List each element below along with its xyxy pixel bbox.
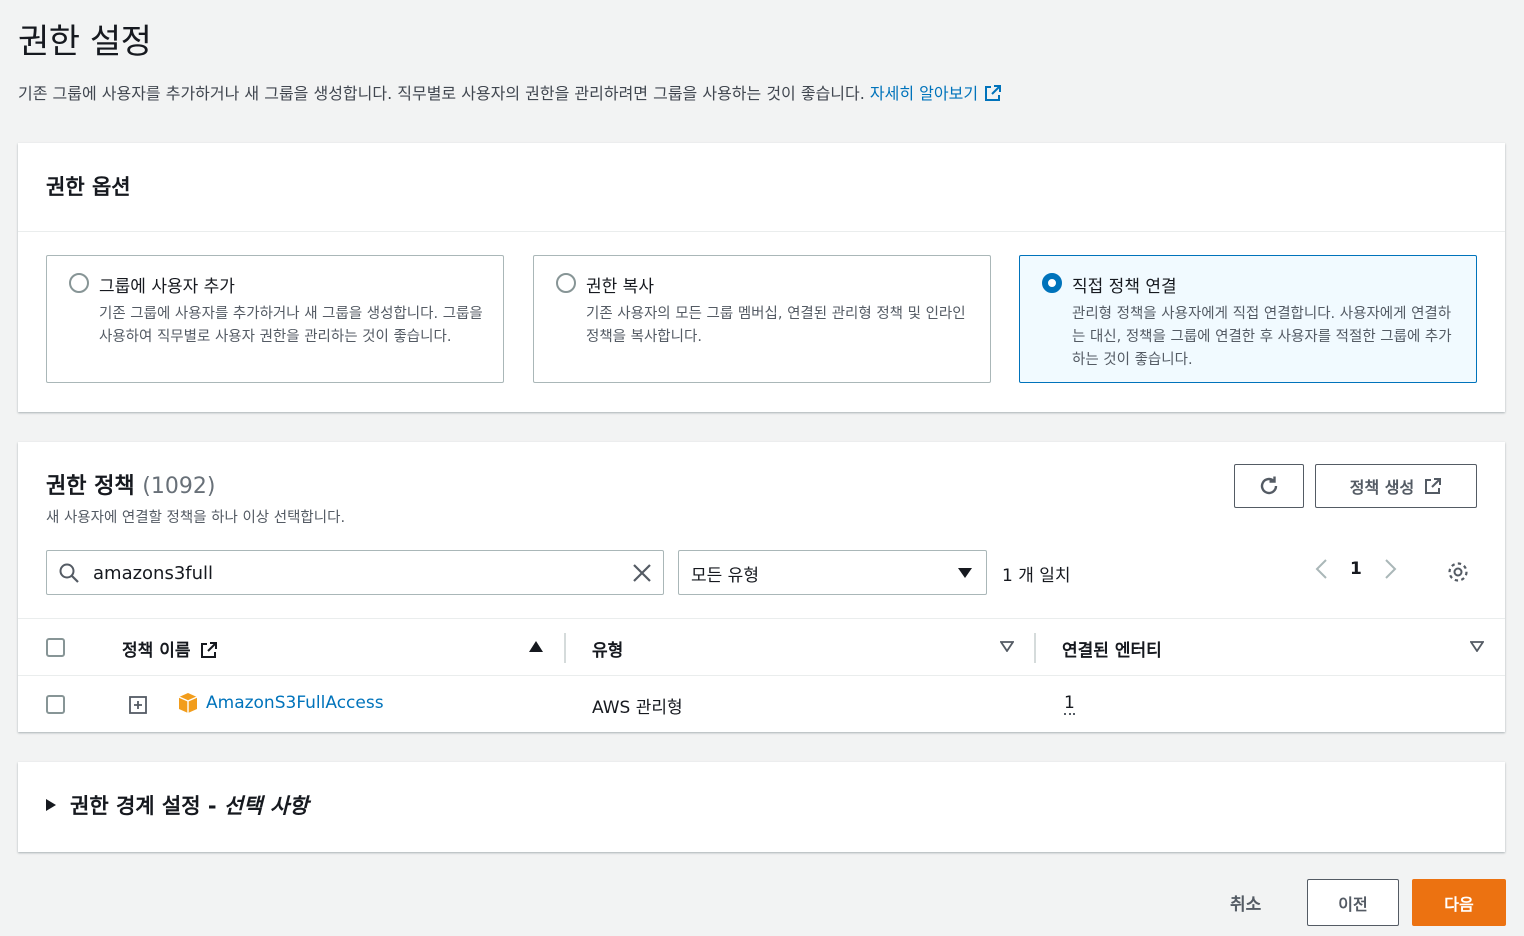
radio-copy-permissions[interactable]: [556, 273, 576, 293]
pagination: 1: [1314, 558, 1398, 580]
caret-down-icon: [958, 568, 972, 578]
search-icon: [59, 563, 79, 583]
table-header: 정책 이름 유형 연결된 엔터티: [18, 618, 1505, 676]
policy-name-link[interactable]: AmazonS3FullAccess: [206, 693, 384, 713]
option-title: 직접 정책 연결: [1072, 277, 1177, 297]
chevron-left-icon[interactable]: [1314, 558, 1328, 580]
option-attach-policies-directly[interactable]: 직접 정책 연결 관리형 정책을 사용자에게 직접 연결합니다. 사용자에게 연…: [1019, 255, 1477, 383]
radio-add-user-to-group[interactable]: [69, 273, 89, 293]
radio-attach-policies-directly[interactable]: [1042, 273, 1062, 293]
gear-icon[interactable]: [1446, 560, 1470, 584]
caret-right-icon: [46, 799, 56, 811]
boundary-optional-text: 선택 사항: [223, 794, 309, 818]
option-description: 기존 사용자의 모든 그룹 멤버십, 연결된 관리형 정책 및 인라인 정책을 …: [586, 306, 966, 345]
option-description: 관리형 정책을 사용자에게 직접 연결합니다. 사용자에게 연결하는 대신, 정…: [1072, 306, 1452, 368]
column-divider: [1034, 633, 1036, 663]
option-copy-permissions[interactable]: 권한 복사 기존 사용자의 모든 그룹 멤버십, 연결된 관리형 정책 및 인라…: [533, 255, 991, 383]
permissions-boundary-toggle[interactable]: 권한 경계 설정 - 선택 사항: [46, 790, 308, 820]
previous-button[interactable]: 이전: [1307, 879, 1399, 926]
boundary-title-text: 권한 경계 설정 -: [70, 794, 224, 818]
chevron-right-icon[interactable]: [1384, 558, 1398, 580]
page-description: 기존 그룹에 사용자를 추가하거나 새 그룹을 생성합니다. 직무별로 사용자의…: [18, 80, 1002, 104]
cancel-button[interactable]: 취소: [1230, 890, 1261, 915]
option-description: 기존 그룹에 사용자를 추가하거나 새 그룹을 생성합니다. 그룹을 사용하여 …: [99, 306, 483, 345]
sort-ascending-icon[interactable]: [529, 641, 543, 652]
page-description-text: 기존 그룹에 사용자를 추가하거나 새 그룹을 생성합니다. 직무별로 사용자의…: [18, 84, 865, 103]
table-row: AmazonS3FullAccess AWS 관리형 1: [18, 676, 1505, 732]
sort-icon[interactable]: [1470, 641, 1484, 652]
page-number[interactable]: 1: [1350, 559, 1362, 579]
column-policy-name-label: 정책 이름: [122, 641, 191, 661]
refresh-button[interactable]: [1234, 464, 1304, 508]
select-all-checkbox[interactable]: [46, 638, 65, 657]
match-count: 1 개 일치: [1002, 566, 1071, 586]
policy-type-value: 모든 유형: [691, 566, 759, 586]
permission-options-header: 권한 옵션: [18, 143, 1505, 232]
policies-title: 권한 정책 (1092): [46, 468, 215, 500]
policies-title-text: 권한 정책: [46, 474, 135, 499]
option-title: 권한 복사: [586, 277, 654, 297]
permissions-boundary-panel: 권한 경계 설정 - 선택 사항: [18, 762, 1505, 852]
external-link-icon: [201, 642, 218, 658]
policy-type-select[interactable]: 모든 유형: [678, 550, 987, 595]
clear-icon[interactable]: [631, 562, 653, 584]
page-title: 권한 설정: [18, 22, 152, 62]
column-header-type[interactable]: 유형: [592, 636, 623, 661]
column-header-policy-name[interactable]: 정책 이름: [122, 636, 218, 661]
learn-more-label: 자세히 알아보기: [869, 84, 979, 103]
policy-search-field[interactable]: [46, 550, 664, 595]
refresh-icon: [1260, 476, 1278, 495]
permission-policies-panel: 권한 정책 (1092) 새 사용자에 연결할 정책을 하나 이상 선택합니다.…: [18, 442, 1505, 732]
external-link-icon: [1425, 478, 1442, 494]
package-icon: [178, 693, 198, 713]
create-policy-button[interactable]: 정책 생성: [1315, 464, 1477, 508]
row-checkbox[interactable]: [46, 695, 65, 714]
option-add-user-to-group[interactable]: 그룹에 사용자 추가 기존 그룹에 사용자를 추가하거나 새 그룹을 생성합니다…: [46, 255, 504, 383]
sort-icon[interactable]: [1000, 641, 1014, 652]
permission-options-panel: 권한 옵션 그룹에 사용자 추가 기존 그룹에 사용자를 추가하거나 새 그룹을…: [18, 143, 1505, 412]
expand-icon[interactable]: [129, 696, 147, 714]
column-divider: [564, 633, 566, 663]
learn-more-link[interactable]: 자세히 알아보기: [870, 84, 1002, 103]
create-policy-label: 정책 생성: [1349, 478, 1415, 497]
attached-entities-cell[interactable]: 1: [1064, 693, 1075, 715]
column-header-attached-entities[interactable]: 연결된 엔터티: [1062, 636, 1162, 661]
external-link-icon: [985, 85, 1002, 101]
option-title: 그룹에 사용자 추가: [99, 277, 235, 297]
policies-subtitle: 새 사용자에 연결할 정책을 하나 이상 선택합니다.: [46, 510, 346, 526]
policies-count: (1092): [142, 474, 216, 499]
policy-type-cell: AWS 관리형: [592, 698, 683, 718]
policy-search-input[interactable]: [93, 559, 613, 587]
next-button[interactable]: 다음: [1412, 879, 1506, 926]
